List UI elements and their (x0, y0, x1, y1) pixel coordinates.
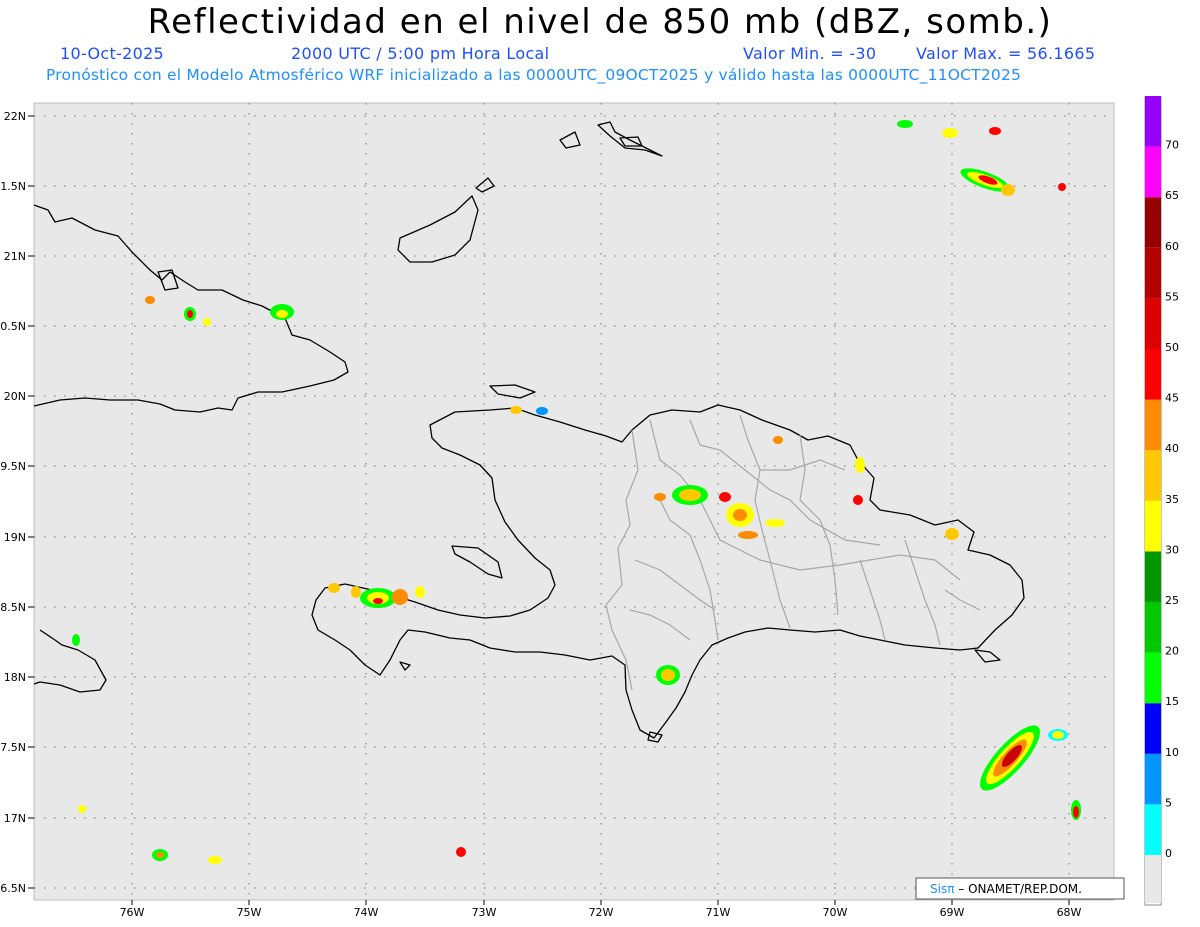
lat-label: 21.5N (0, 180, 26, 193)
lon-label: 68W (1057, 906, 1082, 919)
colorbar-label: 40 (1165, 442, 1179, 455)
lat-label: 17.5N (0, 741, 26, 754)
colorbar-label: 20 (1165, 645, 1179, 658)
colorbar-swatch (1145, 146, 1161, 198)
colorbar-label: 5 (1165, 796, 1172, 809)
credit-logo: Sisπ (930, 882, 954, 896)
lon-label: 74W (354, 906, 379, 919)
lon-label: 73W (472, 906, 497, 919)
credit-line: Sisπ – ONAMET/REP.DOM. (930, 882, 1082, 896)
latitude-labels: 22N 21.5N 21N 20.5N 20N 19.5N 19N 18.5N … (0, 110, 26, 895)
lon-label: 72W (589, 906, 614, 919)
colorbar-swatch (1145, 753, 1161, 805)
colorbar-swatch (1145, 450, 1161, 501)
lon-label: 70W (823, 906, 848, 919)
colorbar-label: 55 (1165, 290, 1179, 303)
colorbar-swatch (1145, 298, 1161, 349)
colorbar-swatch (1145, 399, 1161, 451)
longitude-labels: 76W 75W 74W 73W 72W 71W 70W 69W 68W (120, 906, 1082, 919)
colorbar-swatch (1145, 804, 1161, 855)
lat-label: 16.5N (0, 882, 26, 895)
colorbar-label: 45 (1165, 392, 1179, 405)
map-background (33, 102, 1115, 901)
colorbar-swatch (1145, 652, 1161, 704)
lon-label: 76W (120, 906, 145, 919)
lat-label: 19.5N (0, 460, 26, 473)
colorbar-swatch (1145, 247, 1161, 299)
colorbar-label: 60 (1165, 240, 1179, 253)
lat-label: 21N (4, 250, 26, 263)
colorbar: 0 5 10 15 20 25 30 35 40 45 50 55 60 65 70 (1144, 96, 1179, 906)
colorbar-label: 25 (1165, 594, 1179, 607)
map-canvas: 22N 21.5N 21N 20.5N 20N 19.5N 19N 18.5N … (0, 96, 1179, 919)
colorbar-swatch (1145, 703, 1161, 754)
colorbar-label: 65 (1165, 189, 1179, 202)
colorbar-label: 10 (1165, 746, 1179, 759)
colorbar-swatch (1145, 349, 1161, 400)
colorbar-label: 30 (1165, 543, 1179, 556)
lat-label: 19N (4, 531, 26, 544)
colorbar-swatch (1145, 500, 1161, 552)
colorbar-swatch (1145, 96, 1161, 147)
lat-label: 22N (4, 110, 26, 123)
lon-label: 75W (237, 906, 262, 919)
lat-label: 18N (4, 671, 26, 684)
colorbar-underflow (1145, 853, 1161, 903)
colorbar-label: 35 (1165, 493, 1179, 506)
credit-text: – ONAMET/REP.DOM. (954, 882, 1082, 896)
colorbar-swatch (1145, 602, 1161, 653)
lat-label: 18.5N (0, 601, 26, 614)
colorbar-label: 0 (1165, 847, 1172, 860)
lat-label: 20N (4, 390, 26, 403)
lon-label: 69W (940, 906, 965, 919)
colorbar-label: 15 (1165, 695, 1179, 708)
colorbar-label: 70 (1165, 139, 1179, 152)
lat-label: 20.5N (0, 320, 26, 333)
colorbar-swatch (1145, 197, 1161, 248)
colorbar-label: 50 (1165, 341, 1179, 354)
colorbar-swatch (1145, 551, 1161, 602)
lat-label: 17N (4, 812, 26, 825)
lon-label: 71W (706, 906, 731, 919)
